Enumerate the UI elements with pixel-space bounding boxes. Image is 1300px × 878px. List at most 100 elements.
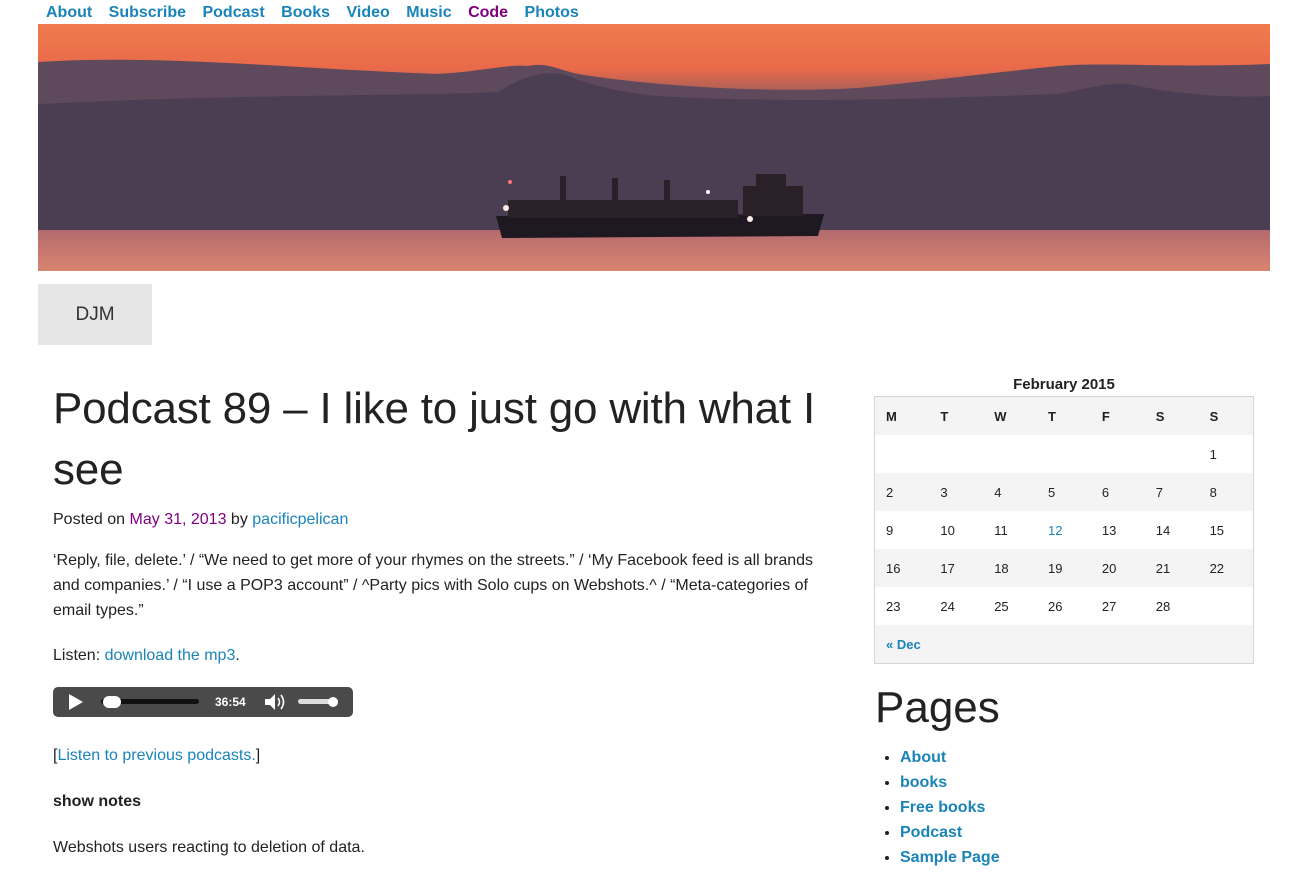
- weekday-header: T: [929, 396, 984, 435]
- calendar-prev-month-link[interactable]: « Dec: [874, 625, 1254, 664]
- calendar-day: 26: [1048, 598, 1063, 614]
- nav-subscribe[interactable]: Subscribe: [109, 3, 186, 23]
- calendar-day: 14: [1155, 522, 1171, 538]
- nav-podcast[interactable]: Podcast: [202, 3, 264, 23]
- weekday-header: M: [874, 396, 930, 435]
- calendar-widget: February 2015 M T W T F S S 1 2 3 4 5 6 …: [874, 374, 1254, 664]
- top-nav: About Subscribe Podcast Books Video Musi…: [46, 3, 591, 23]
- show-notes-heading: show notes: [53, 793, 142, 810]
- calendar-day: [1091, 435, 1145, 473]
- calendar-day: 28: [1155, 598, 1171, 614]
- weekday-header: T: [1037, 396, 1091, 435]
- calendar-day: [983, 435, 1037, 473]
- download-mp3-link[interactable]: download the mp3: [105, 647, 236, 664]
- calendar-caption: February 2015: [1013, 376, 1115, 393]
- calendar-day: 18: [983, 549, 1038, 587]
- previous-podcasts-line: [Listen to previous podcasts.]: [53, 743, 843, 768]
- calendar-day: 6: [1090, 473, 1145, 511]
- previous-podcasts-link[interactable]: Listen to previous podcasts.: [57, 747, 255, 764]
- header-image[interactable]: [38, 24, 1270, 271]
- bracket-close: ]: [255, 747, 261, 764]
- calendar-day: 7: [1144, 473, 1199, 511]
- nav-video[interactable]: Video: [347, 3, 390, 23]
- page-link-free-books[interactable]: Free books: [900, 799, 985, 816]
- calendar-day: 20: [1090, 549, 1145, 587]
- calendar-day: 27: [1101, 598, 1117, 614]
- calendar-week: 1: [875, 435, 1254, 473]
- calendar-week: 23 24 25 26 27 28: [875, 587, 1254, 625]
- page-link-sample-page[interactable]: Sample Page: [900, 849, 1000, 866]
- nav-music[interactable]: Music: [406, 3, 451, 23]
- calendar-day: 22: [1198, 549, 1254, 587]
- show-notes-text: Webshots users reacting to deletion of d…: [53, 839, 365, 856]
- calendar-day: [1145, 435, 1199, 473]
- calendar-week: 16 17 18 19 20 21 22: [874, 549, 1254, 587]
- list-item: About: [900, 745, 1255, 770]
- calendar-day: [1199, 587, 1254, 625]
- weekday-header: W: [983, 396, 1038, 435]
- seek-thumb[interactable]: [103, 696, 121, 708]
- pages-heading: Pages: [875, 683, 1000, 732]
- post-title: Podcast 89 – I like to just go with what…: [53, 384, 816, 494]
- nav-code[interactable]: Code: [468, 3, 508, 23]
- calendar-day: 8: [1198, 473, 1254, 511]
- calendar-day: 17: [929, 549, 984, 587]
- list-item: Sample Page: [900, 845, 1255, 870]
- calendar-day: [929, 435, 983, 473]
- post-excerpt: ‘Reply, file, delete.’ / “We need to get…: [53, 552, 814, 619]
- nav-photos[interactable]: Photos: [525, 3, 579, 23]
- listen-label: Listen:: [53, 647, 101, 664]
- page-link-podcast[interactable]: Podcast: [900, 824, 962, 841]
- calendar-day: [875, 435, 930, 473]
- volume-thumb[interactable]: [328, 697, 338, 707]
- nav-books[interactable]: Books: [281, 3, 330, 23]
- audio-player: 36:54: [53, 687, 353, 717]
- calendar-day: 24: [940, 598, 955, 614]
- calendar-day: 16: [874, 549, 930, 587]
- list-item: books: [900, 770, 1255, 795]
- weekday-header: S: [1144, 396, 1199, 435]
- calendar-week: 2 3 4 5 6 7 8: [874, 473, 1254, 511]
- list-item: Free books: [900, 795, 1255, 820]
- page-link-about[interactable]: About: [900, 749, 946, 766]
- calendar-day: 21: [1144, 549, 1199, 587]
- nav-about[interactable]: About: [46, 3, 92, 23]
- calendar-day: 4: [983, 473, 1038, 511]
- weekday-header: S: [1198, 396, 1254, 435]
- post-meta: Posted on May 31, 2013 by pacificpelican: [53, 510, 843, 530]
- calendar-day: 23: [886, 598, 901, 614]
- calendar-nav-row: « Dec: [874, 625, 1254, 664]
- calendar-day: 10: [940, 522, 955, 538]
- calendar-day: 19: [1037, 549, 1091, 587]
- post-date-link[interactable]: May 31, 2013: [130, 511, 227, 528]
- player-time: 36:54: [215, 695, 246, 709]
- listen-period: .: [235, 647, 240, 664]
- site-title-button[interactable]: DJM: [38, 284, 152, 345]
- weekday-header: F: [1090, 396, 1145, 435]
- sunset-ship-photo: [38, 24, 1270, 271]
- post-author-link[interactable]: pacificpelican: [252, 511, 348, 528]
- calendar-day: 1: [1209, 446, 1217, 462]
- play-icon[interactable]: [69, 694, 83, 710]
- calendar-day: 13: [1101, 522, 1117, 538]
- calendar-week: 9 10 11 12 13 14 15: [875, 511, 1254, 549]
- calendar-day-link[interactable]: 12: [1037, 511, 1091, 549]
- listen-line: Listen: download the mp3.: [53, 643, 843, 668]
- list-item: Podcast: [900, 820, 1255, 845]
- calendar-day: 25: [994, 598, 1009, 614]
- page-link-books[interactable]: books: [900, 774, 947, 791]
- calendar-table: M T W T F S S 1 2 3 4 5 6 7 8 9 10 11 12…: [874, 396, 1254, 664]
- volume-icon[interactable]: [264, 693, 288, 711]
- posted-on-label: Posted on: [53, 511, 126, 528]
- by-label: by: [230, 511, 248, 528]
- calendar-day: [1037, 435, 1091, 473]
- calendar-day: 9: [886, 522, 894, 538]
- post-article: Podcast 89 – I like to just go with what…: [53, 378, 843, 860]
- calendar-day: 15: [1209, 522, 1225, 538]
- pages-list: About books Free books Podcast Sample Pa…: [875, 745, 1255, 870]
- calendar-day: 2: [874, 473, 930, 511]
- calendar-day: 5: [1037, 473, 1091, 511]
- calendar-day: 11: [994, 522, 1008, 538]
- calendar-day: 3: [929, 473, 984, 511]
- pages-widget: Pages About books Free books Podcast Sam…: [875, 678, 1255, 870]
